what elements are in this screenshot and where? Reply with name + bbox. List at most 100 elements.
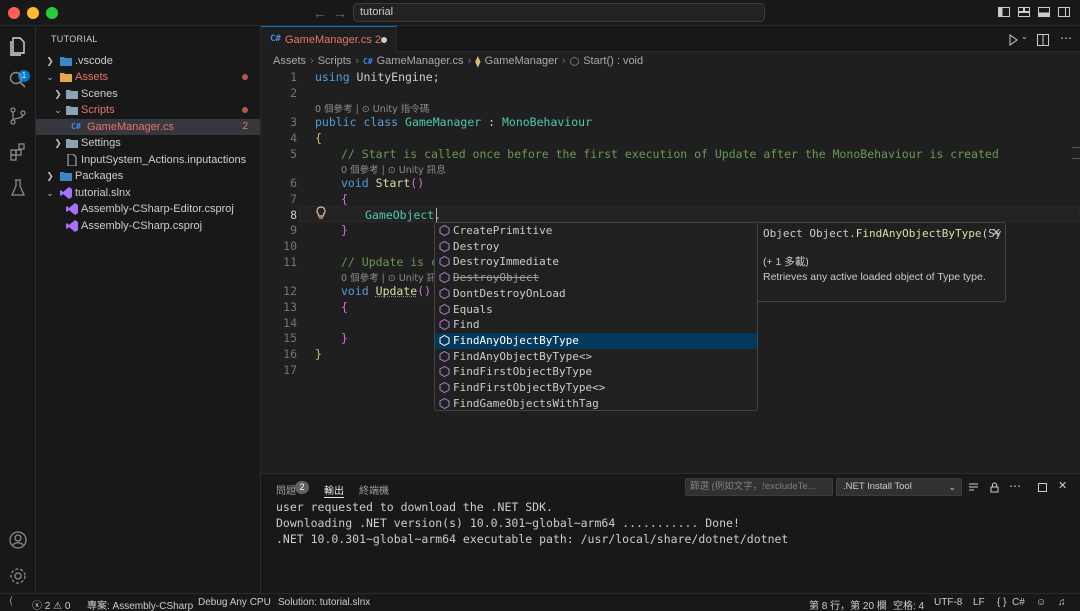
cursor-position-status[interactable]: 第 8 行，第 20 欄	[809, 597, 887, 611]
solution-status[interactable]: Solution: tutorial.slnx	[278, 597, 370, 608]
suggest-item[interactable]: FindAnyObjectByType<>	[435, 349, 757, 365]
tree-label: Settings	[81, 135, 121, 151]
tree-folder-assets[interactable]: ⌄ Assets	[36, 69, 260, 85]
tab-gamemanager[interactable]: C# GameManager.cs 2	[261, 26, 397, 52]
minimize-window-button[interactable]	[27, 7, 39, 19]
close-window-button[interactable]	[8, 7, 20, 19]
settings-gear-icon[interactable]	[8, 566, 28, 586]
title-bar: ← → tutorial	[0, 0, 1080, 26]
line-number: 6	[261, 176, 297, 190]
problems-status[interactable]: ⓧ 2 ⚠ 0	[32, 597, 70, 611]
tree-label: tutorial.slnx	[75, 185, 131, 201]
tree-folder-packages[interactable]: ❯ Packages	[36, 168, 260, 184]
codelens-start[interactable]: 0 個參考 | ⊙ Unity 訊息	[341, 162, 446, 176]
tree-label: Assets	[75, 69, 108, 85]
line-number: 7	[261, 192, 297, 206]
source-control-icon[interactable]	[8, 106, 28, 126]
tree-label: .vscode	[75, 53, 113, 69]
lock-scroll-icon[interactable]	[989, 482, 1000, 493]
chevron-down-icon: ⌄	[45, 69, 55, 85]
editor-tabs: C# GameManager.cs 2 ⌄ ⋯	[261, 26, 1080, 52]
config-status[interactable]: Debug Any CPU	[198, 597, 271, 608]
chevron-down-icon: ⌄	[948, 479, 956, 495]
suggest-item[interactable]: Destroy	[435, 239, 757, 255]
breadcrumb-scripts[interactable]: Scripts	[318, 55, 352, 67]
method-icon	[439, 335, 450, 346]
tree-solution-tutorial[interactable]: ⌄ tutorial.slnx	[36, 185, 260, 201]
back-arrow-icon[interactable]: ←	[313, 5, 327, 21]
indentation-status[interactable]: 空格: 4	[893, 597, 924, 611]
close-panel-icon[interactable]: ✕	[1058, 479, 1067, 492]
output-filter-input[interactable]: 篩選 (例如文字，!excludeTe...	[685, 478, 833, 496]
more-actions-icon[interactable]: ⋯	[1009, 479, 1021, 493]
suggest-item[interactable]: FindGameObjectsWithTag	[435, 396, 757, 411]
suggest-item[interactable]: FindFirstObjectByType	[435, 364, 757, 380]
eol-status[interactable]: LF	[973, 597, 985, 608]
suggest-item-deprecated[interactable]: DestroyObject	[435, 270, 757, 286]
tree-folder-vscode[interactable]: ❯ .vscode	[36, 53, 260, 69]
suggest-item[interactable]: DestroyImmediate	[435, 254, 757, 270]
breadcrumb-assets[interactable]: Assets	[273, 55, 306, 67]
account-icon[interactable]	[8, 530, 28, 550]
extensions-icon[interactable]	[8, 142, 28, 162]
code-line: using UnityEngine;	[315, 70, 440, 84]
toggle-panel-icon[interactable]	[1038, 6, 1050, 18]
toggle-secondary-sidebar-icon[interactable]	[1058, 6, 1070, 18]
suggest-item[interactable]: FindFirstObjectByType<>	[435, 380, 757, 396]
more-actions-icon[interactable]: ⋯	[1060, 31, 1072, 45]
close-icon[interactable]: ✕	[992, 226, 1001, 239]
breadcrumb: Assets › Scripts › C# GameManager.cs › ⧫…	[273, 54, 643, 68]
clear-output-icon[interactable]	[968, 482, 979, 493]
tab-terminal[interactable]: 終端機	[359, 482, 389, 497]
language-status-braces[interactable]: { }	[997, 597, 1006, 608]
line-number: 11	[261, 255, 297, 269]
output-channel-select[interactable]: .NET Install Tool ⌄	[836, 478, 962, 496]
zoom-window-button[interactable]	[46, 7, 58, 19]
modified-dot	[242, 74, 248, 80]
line-number: 16	[261, 347, 297, 361]
notifications-bell-icon[interactable]: ♫	[1058, 597, 1066, 608]
folder-icon	[60, 55, 72, 67]
testing-flask-icon[interactable]	[8, 178, 28, 198]
forward-arrow-icon[interactable]: →	[333, 5, 347, 21]
toggle-sidebar-icon[interactable]	[998, 6, 1010, 18]
codelens-class[interactable]: 0 個參考 | ⊙ Unity 指令碼	[315, 101, 429, 115]
language-mode-status[interactable]: C#	[1012, 597, 1025, 608]
tree-file-inputsystem[interactable]: InputSystem_Actions.inputactions	[36, 152, 260, 168]
run-chevron-down-icon[interactable]: ⌄	[1021, 32, 1028, 41]
tree-project-editor[interactable]: Assembly-CSharp-Editor.csproj	[36, 201, 260, 217]
command-center-search[interactable]: tutorial	[353, 3, 765, 22]
customize-layout-icon[interactable]	[1018, 6, 1030, 18]
tree-folder-scripts[interactable]: ⌄ Scripts	[36, 102, 260, 118]
lightbulb-icon[interactable]	[314, 206, 328, 220]
tab-problems[interactable]: 問題	[276, 482, 296, 497]
remote-indicator-icon[interactable]: ⟨	[9, 596, 13, 607]
chevron-right-icon: ❯	[45, 53, 55, 69]
suggest-item[interactable]: Equals	[435, 302, 757, 318]
tree-folder-settings[interactable]: ❯ Settings	[36, 135, 260, 151]
encoding-status[interactable]: UTF-8	[934, 597, 962, 608]
search-icon[interactable]	[8, 70, 28, 90]
breadcrumb-class[interactable]: GameManager	[485, 55, 558, 67]
run-icon[interactable]	[1007, 34, 1019, 46]
project-status[interactable]: 專案: Assembly-CSharp	[87, 597, 193, 611]
codelens-update[interactable]: 0 個參考 | ⊙ Unity 訊息	[341, 270, 437, 284]
suggest-item[interactable]: DontDestroyOnLoad	[435, 286, 757, 302]
suggest-item[interactable]: Find	[435, 317, 757, 333]
maximize-panel-icon[interactable]	[1037, 482, 1048, 493]
tab-output[interactable]: 輸出	[324, 482, 344, 497]
suggest-item[interactable]: CreatePrimitive	[435, 223, 757, 239]
tree-label: GameManager.cs	[87, 119, 174, 135]
split-editor-icon[interactable]	[1037, 34, 1049, 46]
copilot-icon[interactable]: ☺	[1036, 597, 1046, 608]
breadcrumb-file[interactable]: GameManager.cs	[377, 55, 464, 67]
suggest-item-selected[interactable]: FindAnyObjectByType	[435, 333, 757, 349]
tree-project-csharp[interactable]: Assembly-CSharp.csproj	[36, 218, 260, 234]
breadcrumb-method[interactable]: Start() : void	[583, 55, 643, 67]
output-line: user requested to download the .NET SDK.	[276, 500, 553, 514]
explorer-icon[interactable]	[8, 36, 28, 56]
method-icon	[439, 382, 450, 393]
tree-file-gamemanager[interactable]: C# GameManager.cs 2	[36, 119, 260, 135]
unsaved-dot-icon[interactable]	[381, 37, 387, 43]
tree-folder-scenes[interactable]: ❯ Scenes	[36, 86, 260, 102]
